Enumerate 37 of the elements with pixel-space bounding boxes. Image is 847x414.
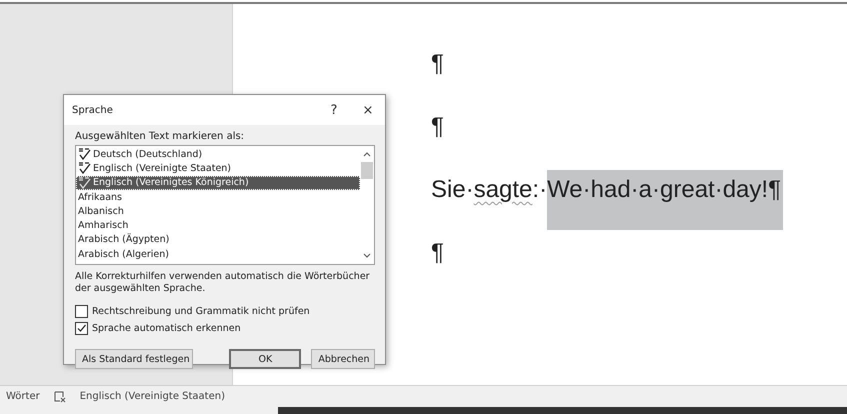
dialog-button[interactable]: Als Standard festlegen [75,349,194,369]
dialog-button[interactable]: Abbrechen [311,349,375,369]
checkbox[interactable] [75,322,88,335]
document-text: :· [532,176,548,204]
close-button[interactable]: × [351,95,385,125]
help-button[interactable]: ? [317,95,351,125]
language-indicator[interactable]: Englisch (Vereinigte Staaten) [80,391,225,402]
dialog-title: Sprache [72,104,114,116]
spelling-check-icon [78,176,92,189]
document-text: ¶ [431,50,444,78]
checkbox-label: Sprache automatisch erkennen [92,323,241,334]
scroll-up-icon[interactable] [363,151,371,157]
language-item[interactable]: Deutsch (Deutschland) [76,147,360,162]
dialog-button[interactable]: OK [229,349,302,369]
scroll-down-icon[interactable] [363,253,371,259]
document-text: We·had·a·great·day!¶ [547,170,783,230]
checkbox-label: Rechtschreibung und Grammatik nicht prüfen [92,306,310,317]
language-item[interactable]: Arabisch (Ägypten) [76,232,360,248]
dialog-note: Alle Korrekturhilfen verwenden automatisch die Wörterbücher der ausgewählten Sprache. [75,271,371,295]
language-item[interactable]: Arabisch (Algerien) [76,247,360,262]
document-text: sagte [474,176,532,204]
language-item[interactable]: Amharisch [76,218,360,233]
document-text: ¶ [431,113,444,141]
document-text: Sie· [431,176,474,204]
scrollbar-thumb[interactable] [361,162,373,179]
language-item[interactable]: Afrikaans [76,190,360,204]
checkbox[interactable] [75,305,88,318]
language-item[interactable]: Englisch (Vereinigtes Königreich) [76,176,360,190]
proofing-icon[interactable] [54,390,66,402]
spelling-check-icon [78,148,92,160]
spelling-check-icon [78,162,92,174]
list-label: Ausgewählten Text markieren als: [75,131,246,142]
word-count: Wörter [6,391,40,402]
language-item[interactable]: Englisch (Vereinigte Staaten) [76,161,360,176]
language-list[interactable]: Deutsch (Deutschland) Englisch (Vereinigte Staaten) Englisch (Vereinigtes Königreich) Afrikaans Albanisch Amharisch Arabisch (Ägypten) Arabisch (Algerien) [75,145,375,265]
document-text: ¶ [431,239,444,267]
language-item[interactable]: Albanisch [76,204,360,218]
